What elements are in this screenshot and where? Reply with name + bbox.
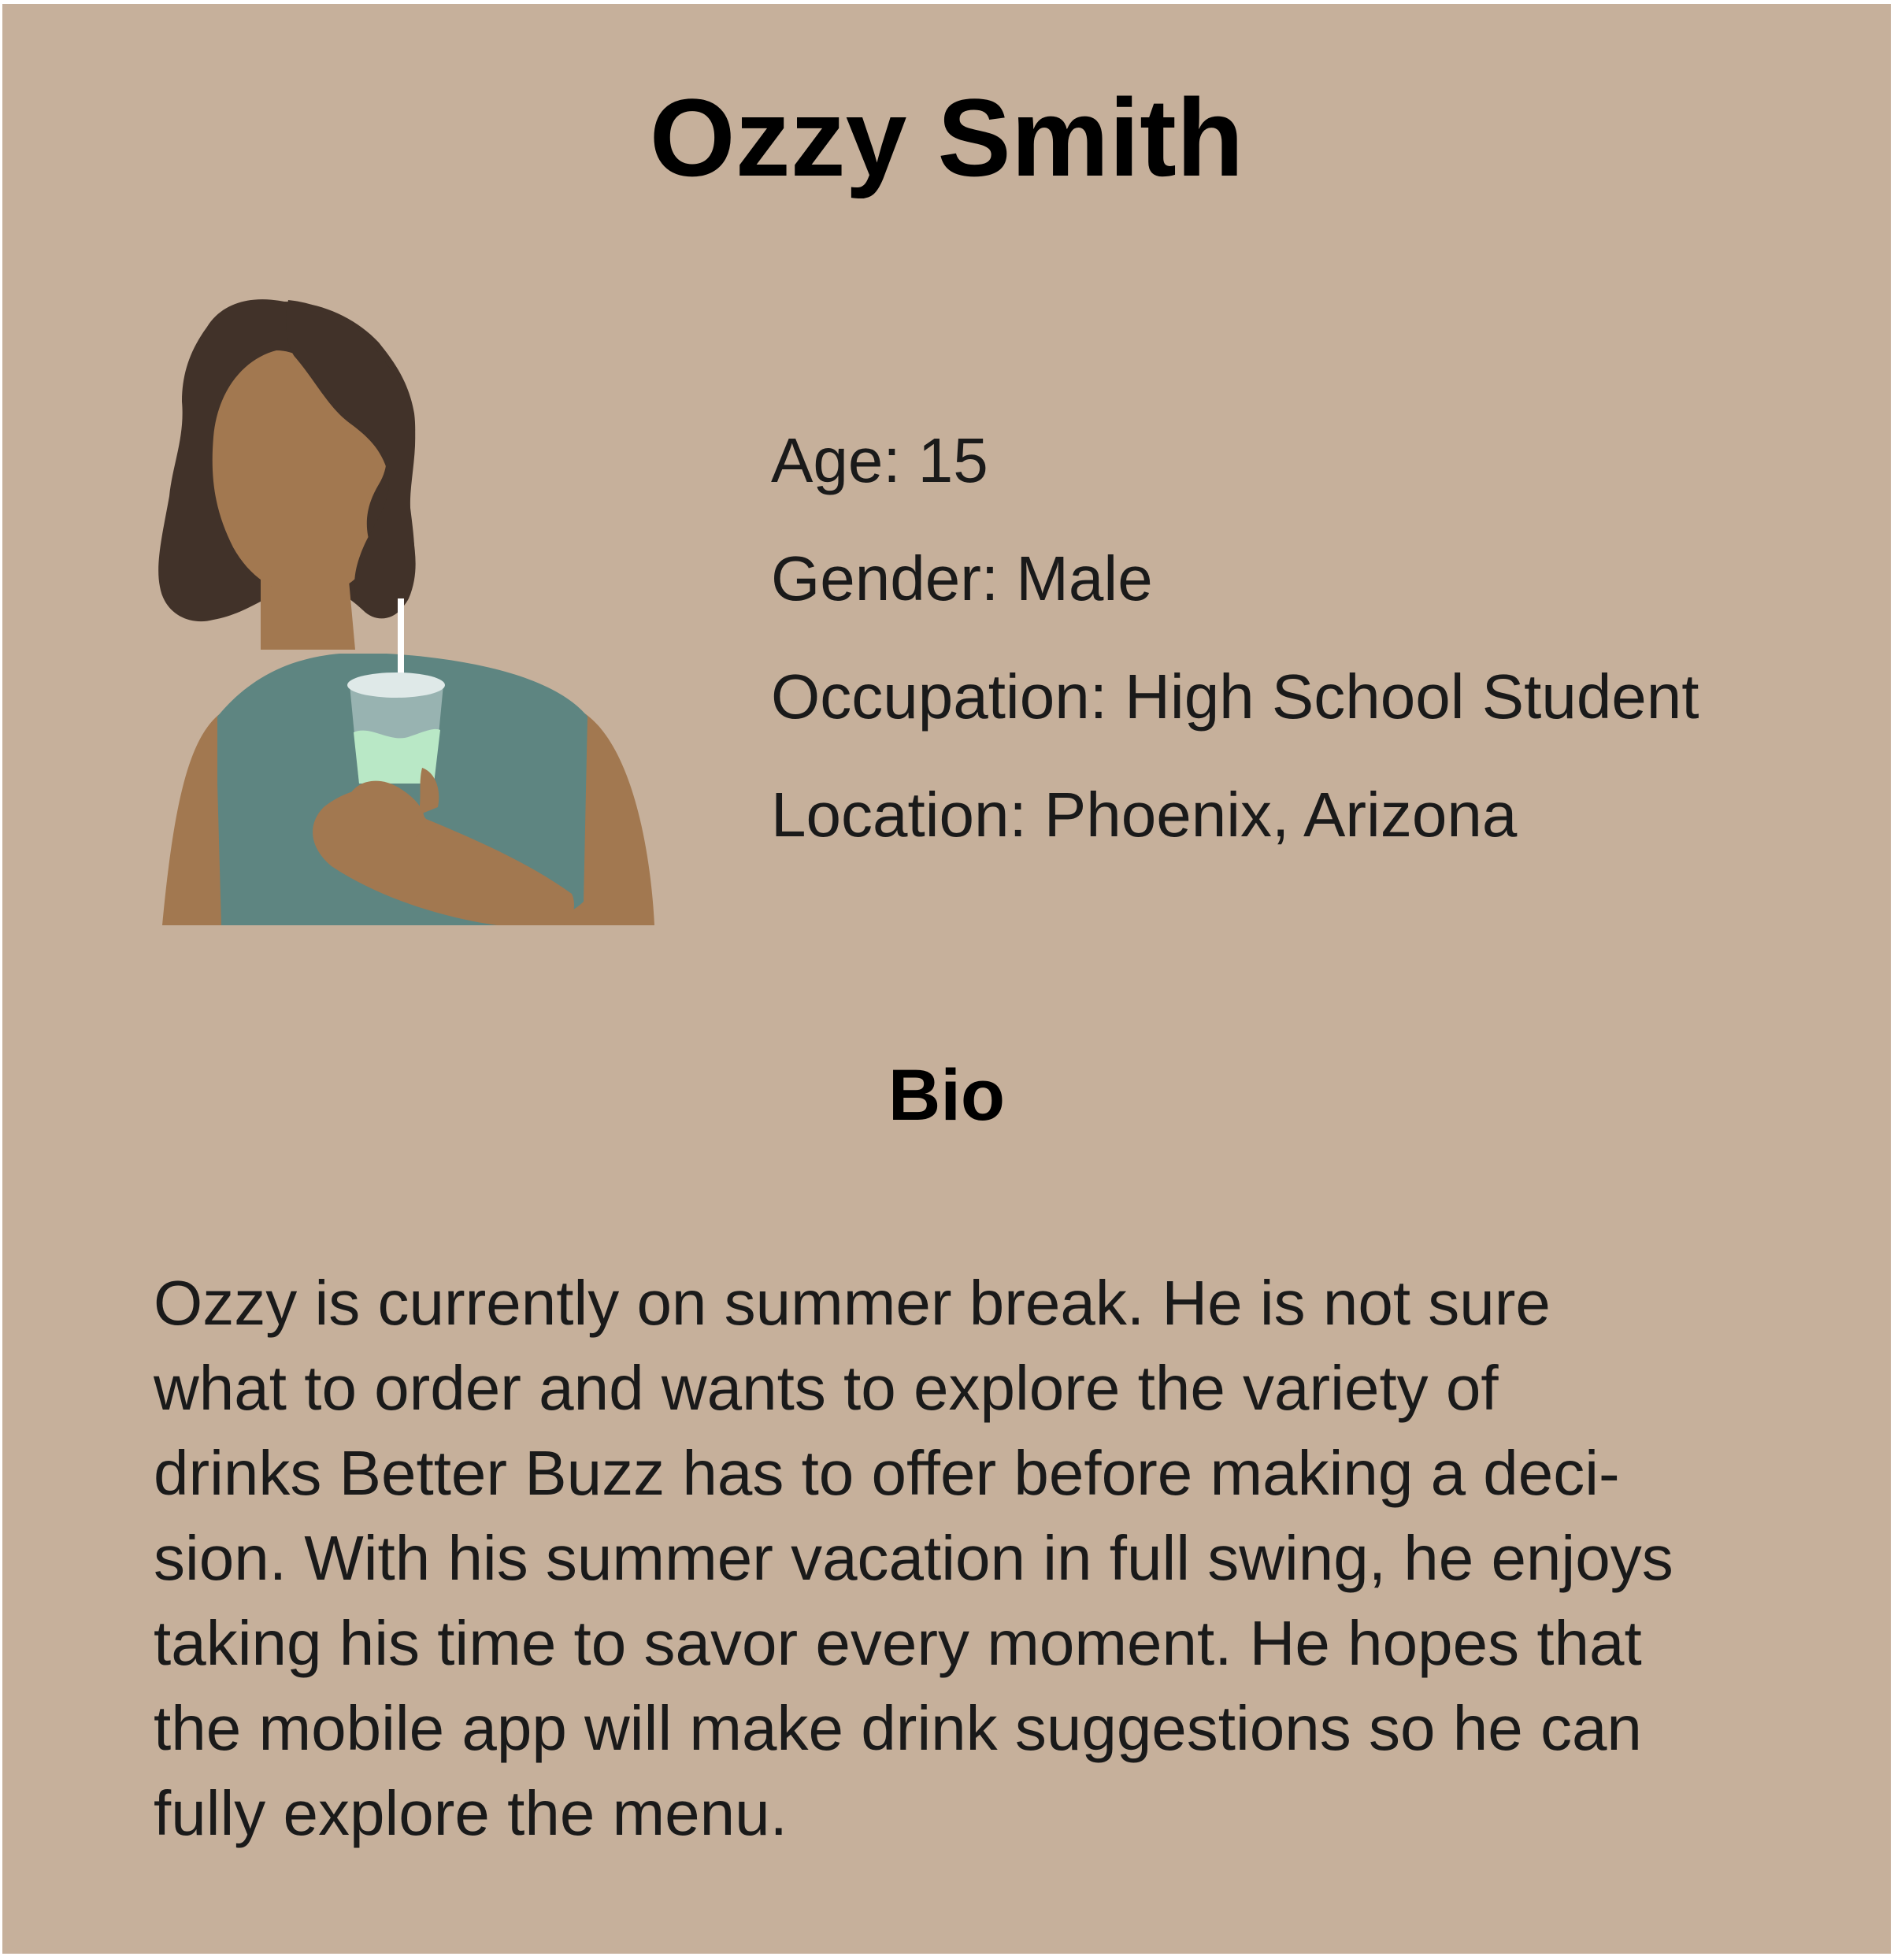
detail-occupation: Occupation: High School Student (771, 661, 1699, 732)
straw (398, 598, 404, 681)
detail-age: Age: 15 (771, 425, 988, 495)
detail-gender: Gender: Male (771, 543, 1153, 613)
persona-card: Ozzy Smith Age: 15 Gender: Male Occupati… (2, 4, 1891, 1954)
persona-name: Ozzy Smith (649, 76, 1244, 199)
detail-location: Location: Phoenix, Arizona (771, 780, 1518, 850)
cup-lid (347, 672, 445, 698)
person-drinking-icon (158, 299, 654, 925)
bio-text: Ozzy is currently on summer break. He is… (154, 1268, 1673, 1848)
persona-details: Age: 15 Gender: Male Occupation: High Sc… (771, 402, 1699, 874)
bio-heading: Bio (888, 1055, 1006, 1136)
